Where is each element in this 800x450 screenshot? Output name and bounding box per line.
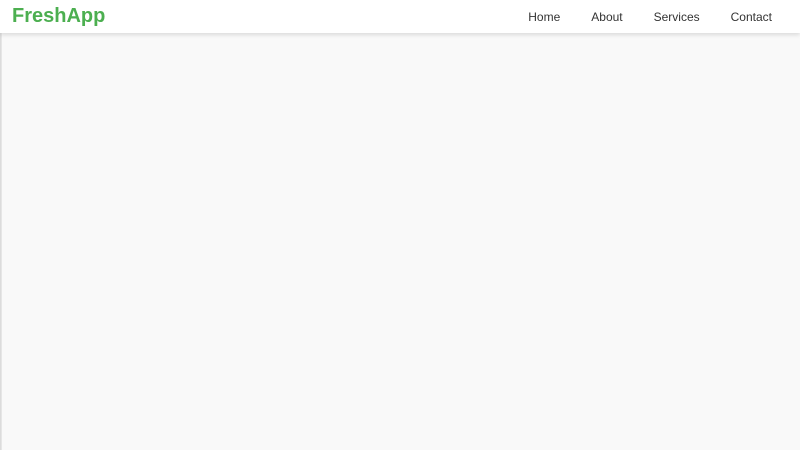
page-body: { "navbar": { "brand": "FreshApp", "bran…: [0, 0, 800, 450]
nav-link-contact[interactable]: Contact: [731, 10, 772, 24]
main-content-area: [2, 33, 800, 450]
nav-link-about[interactable]: About: [591, 10, 622, 24]
nav-link-home[interactable]: Home: [528, 10, 560, 24]
nav-links: Home About Services Contact: [528, 0, 800, 33]
navbar: FreshApp Home About Services Contact: [0, 0, 800, 33]
brand-logo-link[interactable]: FreshApp: [12, 5, 105, 27]
nav-link-services[interactable]: Services: [654, 10, 700, 24]
